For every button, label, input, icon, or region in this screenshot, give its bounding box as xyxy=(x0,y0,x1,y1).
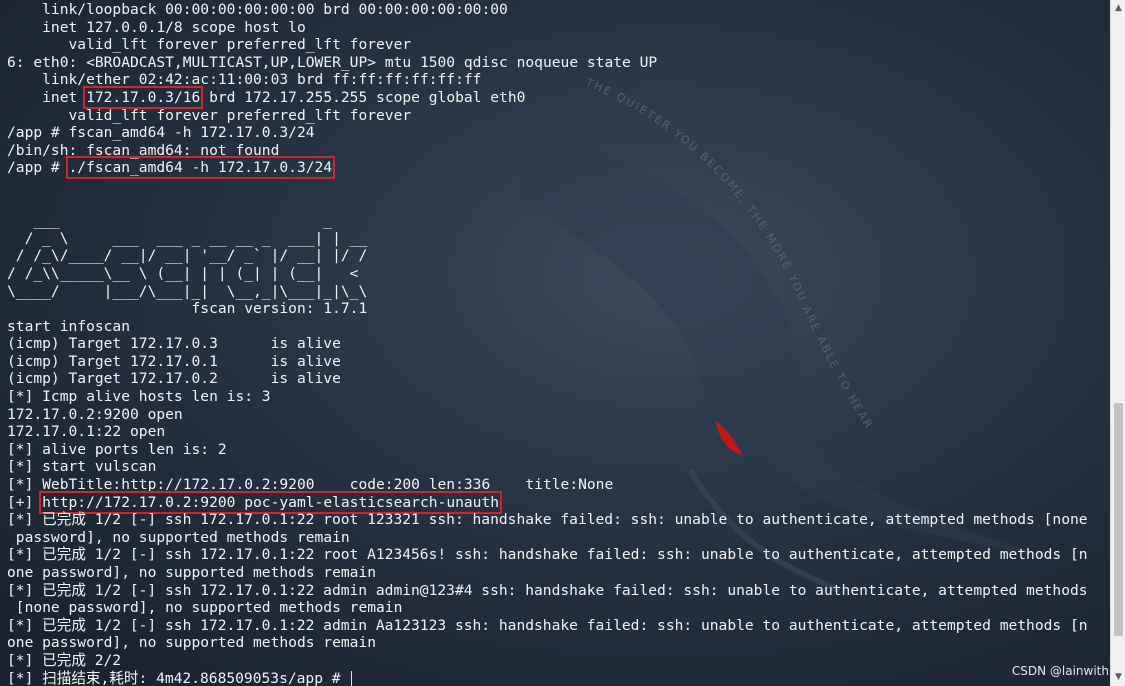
terminal-line: start infoscan xyxy=(7,318,1104,336)
line-text: [none password], no supported methods re… xyxy=(7,599,403,617)
terminal-line: 6: eth0: <BROADCAST,MULTICAST,UP,LOWER_U… xyxy=(7,54,1104,72)
terminal-line: (icmp) Target 172.17.0.1 is alive xyxy=(7,353,1104,371)
line-text: [*] WebTitle:http://172.17.0.2:9200 code… xyxy=(7,476,614,494)
terminal-line: one password], no supported methods rema… xyxy=(7,634,1104,652)
line-text: [*] 已完成 1/2 [-] ssh 172.17.0.1:22 root 1… xyxy=(7,511,1088,529)
line-text: \____/ |___/\___|_| \__,_|\___|_|\_\ xyxy=(7,282,368,300)
highlighted-text: 172.17.0.3/16 xyxy=(83,85,204,109)
line-text: /app # fscan_amd64 -h 172.17.0.3/24 xyxy=(7,124,315,142)
terminal-line: password], no supported methods remain xyxy=(7,529,1104,547)
line-text: [*] 已完成 2/2 xyxy=(7,651,122,669)
line-text: / /_\\_____\__ \ (__| | | (_| | (__| < xyxy=(7,264,359,282)
terminal-line: [*] Icmp alive hosts len is: 3 xyxy=(7,388,1104,406)
line-text: brd 172.17.255.255 scope global eth0 xyxy=(200,88,526,106)
line-text: [*] start vulscan xyxy=(7,458,157,476)
terminal-line: /bin/sh: fscan_amd64: not found xyxy=(7,142,1104,160)
line-text: fscan version: 1.7.1 xyxy=(7,300,368,318)
line-text: /app # xyxy=(7,159,69,177)
terminal-line: inet 172.17.0.3/16 brd 172.17.255.255 sc… xyxy=(7,85,1104,109)
terminal-line: (icmp) Target 172.17.0.2 is alive xyxy=(7,370,1104,388)
highlighted-text: http://172.17.0.2:9200 poc-yaml-elastics… xyxy=(39,490,503,514)
terminal-line: [none password], no supported methods re… xyxy=(7,599,1104,617)
line-text: inet 127.0.0.1/8 scope host lo xyxy=(7,18,306,36)
line-text: (icmp) Target 172.17.0.3 is alive xyxy=(7,335,341,353)
highlighted-text: ./fscan_amd64 -h 172.17.0.3/24 xyxy=(65,156,336,180)
terminal-line: [*] 扫描结束,耗时: 4m42.868509053s/app # xyxy=(7,670,1104,686)
line-text: /bin/sh: fscan_amd64: not found xyxy=(7,141,280,159)
scroll-down-arrow-icon[interactable]: ▼ xyxy=(1111,669,1125,686)
terminal-line: (icmp) Target 172.17.0.3 is alive xyxy=(7,335,1104,353)
terminal-line: valid_lft forever preferred_lft forever xyxy=(7,107,1104,125)
terminal-line: 172.17.0.2:9200 open xyxy=(7,406,1104,424)
line-text: [*] 已完成 1/2 [-] ssh 172.17.0.1:22 root A… xyxy=(7,546,1088,564)
terminal-line: /app # fscan_amd64 -h 172.17.0.3/24 xyxy=(7,124,1104,142)
csdn-watermark: CSDN @lainwith xyxy=(1011,664,1109,678)
terminal-line: [*] start vulscan xyxy=(7,458,1104,476)
line-text: valid_lft forever preferred_lft forever xyxy=(7,36,412,54)
terminal-line: link/ether 02:42:ac:11:00:03 brd ff:ff:f… xyxy=(7,71,1104,89)
line-text: [*] 扫描结束,耗时: 4m42.868509053s/app # xyxy=(7,669,350,686)
line-text: inet xyxy=(7,88,87,106)
line-text: / /_\/____/ __|/ __| '__/ _` |/ __| |/ / xyxy=(7,247,368,265)
line-text: (icmp) Target 172.17.0.2 is alive xyxy=(7,370,341,388)
line-text: 6: eth0: <BROADCAST,MULTICAST,UP,LOWER_U… xyxy=(7,53,658,71)
line-text: start infoscan xyxy=(7,317,131,335)
terminal-line: fscan version: 1.7.1 xyxy=(7,300,1104,318)
terminal-line: [*] 已完成 2/2 xyxy=(7,652,1104,670)
terminal-line: [*] 已完成 1/2 [-] ssh 172.17.0.1:22 root A… xyxy=(7,546,1104,564)
line-text: link/loopback 00:00:00:00:00:00 brd 00:0… xyxy=(7,1,508,18)
scrollbar-thumb[interactable] xyxy=(1114,403,1123,636)
line-text: 172.17.0.2:9200 open xyxy=(7,405,183,423)
terminal-line: 172.17.0.1:22 open xyxy=(7,423,1104,441)
terminal-window[interactable]: THE QUIETER YOU BECOME, THE MORE YOU ARE… xyxy=(0,0,1110,686)
terminal-line: [*] 已完成 1/2 [-] ssh 172.17.0.1:22 admin … xyxy=(7,617,1104,635)
terminal-line: [*] WebTitle:http://172.17.0.2:9200 code… xyxy=(7,476,1104,494)
line-text: [*] 已完成 1/2 [-] ssh 172.17.0.1:22 admin … xyxy=(7,616,1088,634)
line-text: (icmp) Target 172.17.0.1 is alive xyxy=(7,352,341,370)
terminal-line: /app # ./fscan_amd64 -h 172.17.0.3/24 xyxy=(7,156,1104,180)
terminal-line: [*] 已完成 1/2 [-] ssh 172.17.0.1:22 root 1… xyxy=(7,511,1104,529)
line-text: one password], no supported methods rema… xyxy=(7,564,377,581)
line-text: / _ \ ___ ___ _ __ __ _ ___| | __ xyxy=(7,229,368,247)
terminal-line: [*] 已完成 1/2 [-] ssh 172.17.0.1:22 admin … xyxy=(7,582,1104,600)
terminal-line: / /_\/____/ __|/ __| '__/ _` |/ __| |/ / xyxy=(7,247,1104,265)
line-text: ___ _ xyxy=(7,212,333,230)
text-cursor xyxy=(351,671,353,686)
line-text: one password], no supported methods rema… xyxy=(7,634,377,652)
line-text: password], no supported methods remain xyxy=(7,528,350,546)
terminal-line: one password], no supported methods rema… xyxy=(7,564,1104,582)
terminal-line: valid_lft forever preferred_lft forever xyxy=(7,36,1104,54)
terminal-line: ___ _ xyxy=(7,212,1104,230)
terminal-line: / /_\\_____\__ \ (__| | | (_| | (__| < xyxy=(7,265,1104,283)
scroll-up-arrow-icon[interactable]: ▲ xyxy=(1111,0,1125,17)
vertical-scrollbar[interactable]: ▲ ▼ xyxy=(1110,0,1125,686)
terminal-line: / _ \ ___ ___ _ __ __ _ ___| | __ xyxy=(7,230,1104,248)
terminal-line: \____/ |___/\___|_| \__,_|\___|_|\_\ xyxy=(7,283,1104,301)
terminal-line: inet 127.0.0.1/8 scope host lo xyxy=(7,19,1104,37)
line-text: link/ether 02:42:ac:11:00:03 brd ff:ff:f… xyxy=(7,71,482,89)
line-text: [+] xyxy=(7,493,43,511)
terminal-line: [+] http://172.17.0.2:9200 poc-yaml-elas… xyxy=(7,490,1104,514)
terminal-line: link/loopback 00:00:00:00:00:00 brd 00:0… xyxy=(7,1,1104,19)
line-text: [*] Icmp alive hosts len is: 3 xyxy=(7,388,271,406)
line-text: [*] alive ports len is: 2 xyxy=(7,440,227,458)
line-text: [*] 已完成 1/2 [-] ssh 172.17.0.1:22 admin … xyxy=(7,581,1088,599)
line-text: valid_lft forever preferred_lft forever xyxy=(7,106,412,124)
terminal-line: [*] alive ports len is: 2 xyxy=(7,441,1104,459)
terminal-output: link/loopback 00:00:00:00:00:00 brd 00:0… xyxy=(7,1,1104,686)
line-text: 172.17.0.1:22 open xyxy=(7,423,166,441)
